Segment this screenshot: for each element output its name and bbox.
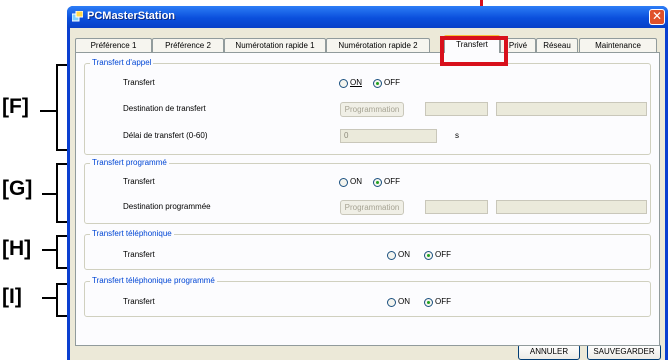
phone-transfer-label: Transfert bbox=[123, 250, 155, 259]
transfer-delay-unit: s bbox=[455, 131, 459, 140]
tab-network[interactable]: Réseau bbox=[536, 38, 578, 52]
scheduled-transfer-legend: Transfert programmé bbox=[90, 158, 169, 168]
scheduled-transfer-on-radio[interactable] bbox=[339, 178, 348, 187]
tab-preference-2[interactable]: Préférence 2 bbox=[152, 38, 224, 52]
transfer-tab-panel: Transfert d'appel Transfert ON OFF Desti… bbox=[75, 52, 660, 346]
scheduled-phone-transfer-on-label[interactable]: ON bbox=[398, 297, 410, 307]
tab-preference-1[interactable]: Préférence 1 bbox=[75, 38, 152, 52]
call-transfer-legend: Transfert d'appel bbox=[90, 58, 154, 68]
transfer-destination-field-2[interactable] bbox=[496, 102, 647, 116]
title-bar[interactable]: PCMasterStation ✕ bbox=[67, 6, 668, 28]
scheduled-phone-transfer-on-radio[interactable] bbox=[387, 298, 396, 307]
app-window: PCMasterStation ✕ Préférence 1 Préférenc… bbox=[67, 6, 668, 360]
window-title: PCMasterStation bbox=[87, 10, 176, 22]
scheduled-destination-field-2[interactable] bbox=[496, 200, 647, 214]
scheduled-transfer-on-label[interactable]: ON bbox=[350, 177, 362, 187]
tab-speed-dial-1[interactable]: Numérotation rapide 1 bbox=[224, 38, 326, 52]
call-transfer-group: Transfert d'appel Transfert ON OFF Desti… bbox=[84, 58, 651, 155]
scheduled-transfer-group: Transfert programmé Transfert ON OFF Des… bbox=[84, 158, 651, 224]
phone-transfer-legend: Transfert téléphonique bbox=[90, 229, 174, 239]
call-transfer-label: Transfert bbox=[123, 78, 155, 87]
call-transfer-off-radio[interactable] bbox=[373, 79, 382, 88]
scheduled-phone-transfer-legend: Transfert téléphonique programmé bbox=[90, 276, 217, 286]
scheduled-transfer-label: Transfert bbox=[123, 177, 155, 186]
tab-speed-dial-2[interactable]: Numérotation rapide 2 bbox=[326, 38, 430, 52]
bracket-i bbox=[0, 283, 70, 323]
scheduled-phone-transfer-off-label[interactable]: OFF bbox=[435, 297, 451, 307]
phone-transfer-off-label[interactable]: OFF bbox=[435, 250, 451, 260]
transfer-tab-highlight bbox=[440, 36, 508, 66]
call-transfer-on-label[interactable]: ON bbox=[350, 78, 362, 88]
bracket-g bbox=[0, 163, 70, 233]
scheduled-destination-programming-button[interactable]: Programmation bbox=[340, 200, 404, 215]
scheduled-phone-transfer-off-radio[interactable] bbox=[424, 298, 433, 307]
scheduled-phone-transfer-group: Transfert téléphonique programmé Transfe… bbox=[84, 276, 651, 317]
transfer-destination-programming-button[interactable]: Programmation bbox=[340, 102, 404, 117]
scheduled-destination-field-1[interactable] bbox=[425, 200, 488, 214]
phone-transfer-group: Transfert téléphonique Transfert ON OFF bbox=[84, 229, 651, 270]
scheduled-transfer-off-radio[interactable] bbox=[373, 178, 382, 187]
transfer-destination-field-1[interactable] bbox=[425, 102, 488, 116]
call-transfer-off-label[interactable]: OFF bbox=[384, 78, 400, 88]
scheduled-phone-transfer-label: Transfert bbox=[123, 297, 155, 306]
phone-transfer-on-label[interactable]: ON bbox=[398, 250, 410, 260]
scheduled-destination-label: Destination programmée bbox=[123, 202, 211, 211]
bracket-h bbox=[0, 235, 70, 275]
phone-transfer-on-radio[interactable] bbox=[387, 251, 396, 260]
scheduled-transfer-off-label[interactable]: OFF bbox=[384, 177, 400, 187]
close-button[interactable]: ✕ bbox=[649, 9, 665, 25]
tab-maintenance[interactable]: Maintenance bbox=[579, 38, 657, 52]
phone-transfer-off-radio[interactable] bbox=[424, 251, 433, 260]
save-button[interactable]: SAUVEGARDER bbox=[587, 344, 661, 360]
transfer-delay-label: Délai de transfert (0-60) bbox=[123, 131, 208, 140]
transfer-delay-field[interactable]: 0 bbox=[340, 129, 437, 143]
bracket-f bbox=[0, 58, 70, 153]
transfer-destination-label: Destination de transfert bbox=[123, 104, 206, 113]
call-transfer-on-radio[interactable] bbox=[339, 79, 348, 88]
cancel-button[interactable]: ANNULER bbox=[518, 344, 580, 360]
window-client-area: Préférence 1 Préférence 2 Numérotation r… bbox=[70, 28, 665, 360]
app-icon bbox=[72, 11, 83, 22]
